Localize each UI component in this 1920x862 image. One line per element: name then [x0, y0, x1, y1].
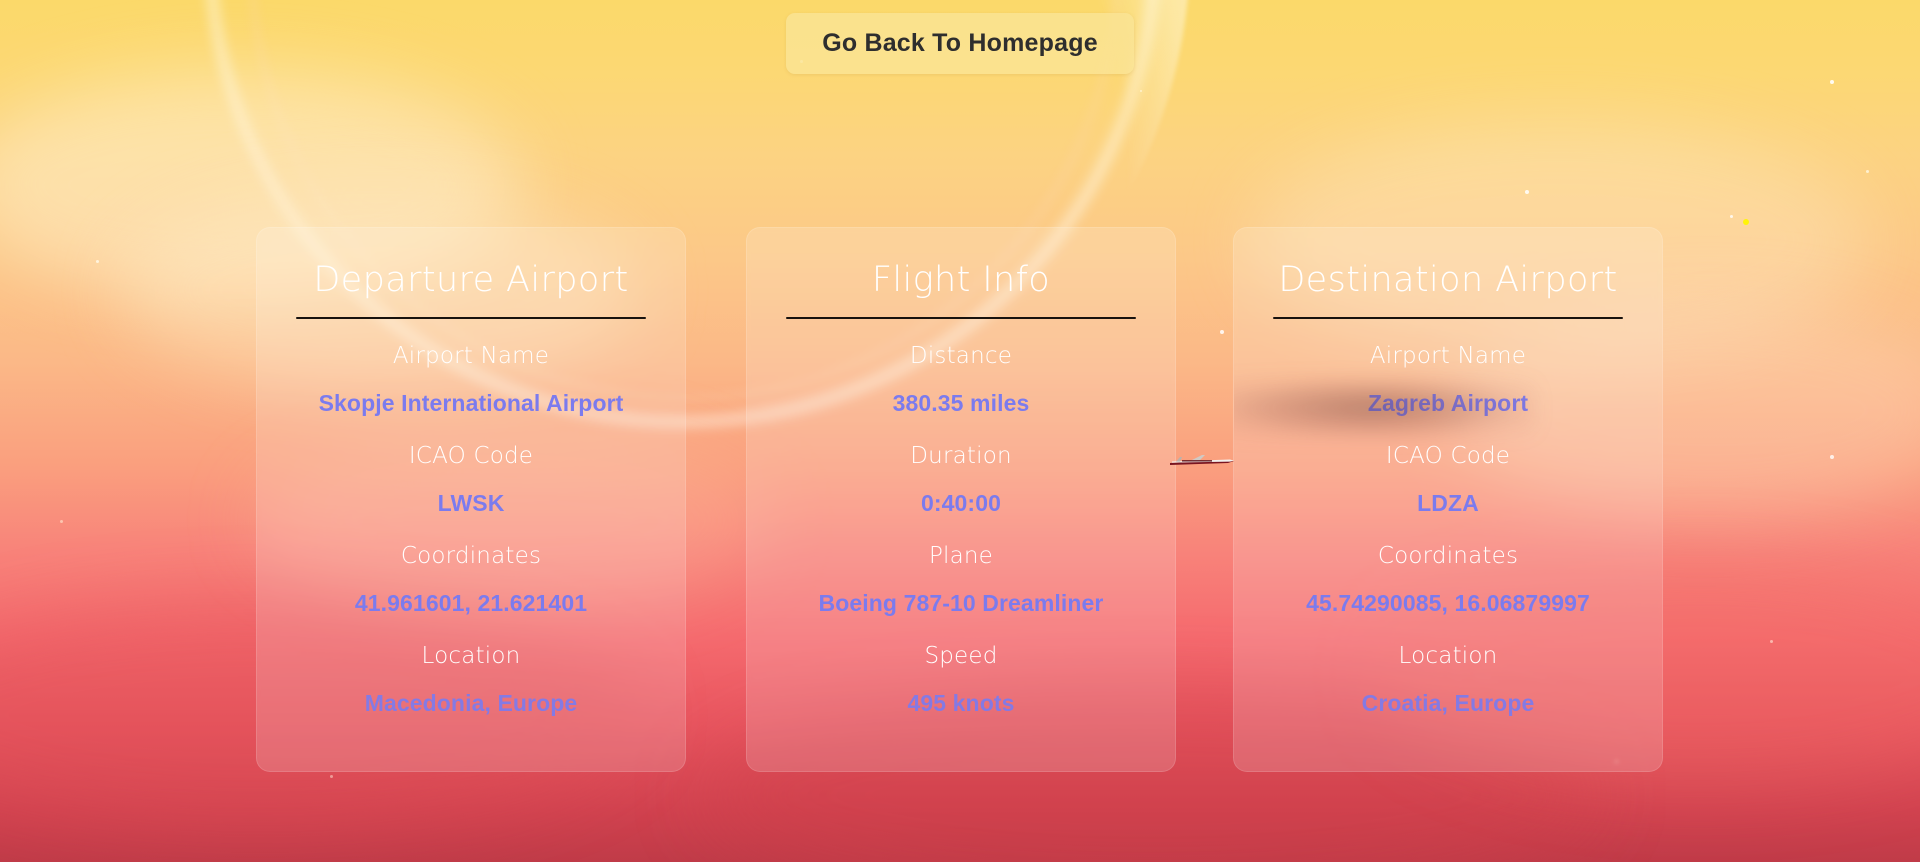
info-row: Location Macedonia, Europe	[257, 633, 685, 727]
info-row: Distance 380.35 miles	[747, 333, 1175, 427]
info-row: ICAO Code LWSK	[257, 433, 685, 527]
field-value: LDZA	[1234, 479, 1662, 527]
info-row: Location Croatia, Europe	[1234, 633, 1662, 727]
field-label: Distance	[747, 333, 1175, 379]
flight-card-heading: Flight Info	[747, 254, 1175, 307]
field-value: Croatia, Europe	[1234, 679, 1662, 727]
destination-airport-card: Destination Airport Airport Name Zagreb …	[1233, 227, 1663, 772]
info-row: Coordinates 45.74290085, 16.06879997	[1234, 533, 1662, 627]
info-row: ICAO Code LDZA	[1234, 433, 1662, 527]
info-row: Speed 495 knots	[747, 633, 1175, 727]
field-value: Boeing 787-10 Dreamliner	[747, 579, 1175, 627]
field-label: Coordinates	[1234, 533, 1662, 579]
heading-divider	[786, 317, 1136, 319]
field-label: Coordinates	[257, 533, 685, 579]
field-label: Plane	[747, 533, 1175, 579]
field-value: LWSK	[257, 479, 685, 527]
heading-divider	[296, 317, 646, 319]
field-value: Zagreb Airport	[1234, 379, 1662, 427]
field-label: Airport Name	[1234, 333, 1662, 379]
departure-card-heading: Departure Airport	[257, 254, 685, 307]
field-value: 45.74290085, 16.06879997	[1234, 579, 1662, 627]
flight-path-plane	[1168, 450, 1236, 472]
info-row: Airport Name Skopje International Airpor…	[257, 333, 685, 427]
heading-divider	[1273, 317, 1623, 319]
field-label: ICAO Code	[1234, 433, 1662, 479]
top-bar: Go Back To Homepage	[0, 0, 1920, 86]
info-row: Plane Boeing 787-10 Dreamliner	[747, 533, 1175, 627]
field-label: Speed	[747, 633, 1175, 679]
field-value: 0:40:00	[747, 479, 1175, 527]
field-label: Duration	[747, 433, 1175, 479]
go-back-to-homepage-button[interactable]: Go Back To Homepage	[786, 13, 1134, 74]
field-value: Macedonia, Europe	[257, 679, 685, 727]
field-value: Skopje International Airport	[257, 379, 685, 427]
cards-container: Departure Airport Airport Name Skopje In…	[0, 0, 1920, 862]
departure-airport-card: Departure Airport Airport Name Skopje In…	[256, 227, 686, 772]
page-background: Go Back To Homepage Departure Airport Ai…	[0, 0, 1920, 862]
field-value: 41.961601, 21.621401	[257, 579, 685, 627]
field-label: ICAO Code	[257, 433, 685, 479]
flight-info-card: Flight Info Distance 380.35 miles Durati…	[746, 227, 1176, 772]
info-row: Airport Name Zagreb Airport	[1234, 333, 1662, 427]
field-value: 495 knots	[747, 679, 1175, 727]
field-value: 380.35 miles	[747, 379, 1175, 427]
field-label: Location	[1234, 633, 1662, 679]
field-label: Location	[257, 633, 685, 679]
airplane-side-icon	[1168, 450, 1236, 472]
field-label: Airport Name	[257, 333, 685, 379]
destination-card-heading: Destination Airport	[1234, 254, 1662, 307]
info-row: Coordinates 41.961601, 21.621401	[257, 533, 685, 627]
info-row: Duration 0:40:00	[747, 433, 1175, 527]
